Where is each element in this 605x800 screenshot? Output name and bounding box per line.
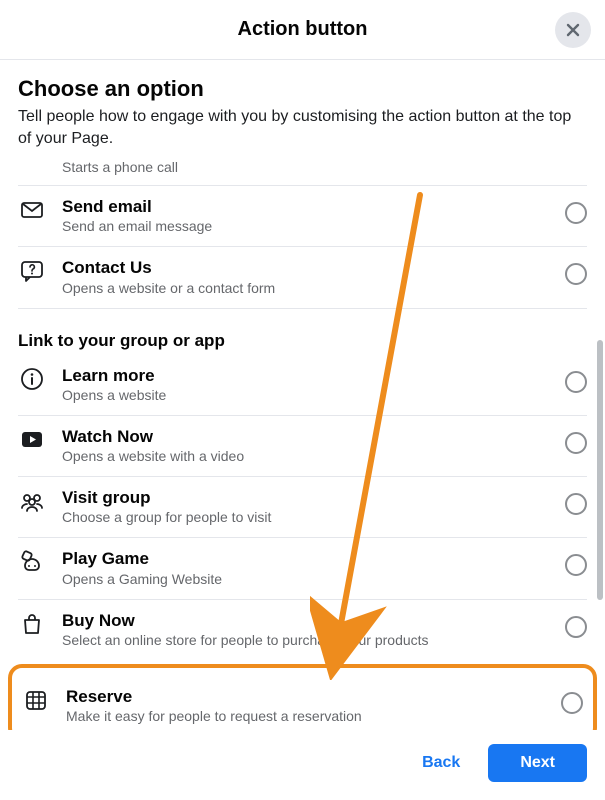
option-play-game[interactable]: Play Game Opens a Gaming Website: [18, 538, 587, 599]
dialog-title: Action button: [238, 18, 368, 41]
radio-unchecked[interactable]: [561, 692, 583, 714]
play-icon: [18, 428, 46, 452]
dialog-content: Choose an option Tell people how to enga…: [0, 60, 605, 742]
option-subtitle-partial: Starts a phone call: [18, 153, 587, 186]
question-icon: [18, 259, 46, 283]
close-button[interactable]: [555, 12, 591, 48]
option-title: Reserve: [66, 686, 549, 707]
bag-icon: [18, 612, 46, 636]
option-subtitle: Opens a website with a video: [62, 448, 553, 464]
radio-unchecked[interactable]: [565, 202, 587, 224]
option-title: Buy Now: [62, 610, 553, 631]
mail-icon: [18, 198, 46, 222]
option-learn-more[interactable]: Learn more Opens a website: [18, 355, 587, 416]
next-button[interactable]: Next: [488, 744, 587, 782]
calendar-icon: [22, 688, 50, 712]
option-subtitle: Send an email message: [62, 218, 553, 234]
option-title: Contact Us: [62, 257, 553, 278]
option-subtitle: Choose a group for people to visit: [62, 509, 553, 525]
radio-unchecked[interactable]: [565, 263, 587, 285]
scrollbar-thumb[interactable]: [597, 340, 603, 600]
close-icon: [564, 21, 582, 39]
option-title: Send email: [62, 196, 553, 217]
option-visit-group[interactable]: Visit group Choose a group for people to…: [18, 477, 587, 538]
option-title: Play Game: [62, 548, 553, 569]
section-heading-link: Link to your group or app: [18, 331, 587, 351]
back-button[interactable]: Back: [404, 744, 478, 782]
option-title: Watch Now: [62, 426, 553, 447]
option-subtitle: Select an online store for people to pur…: [62, 632, 553, 648]
option-send-email[interactable]: Send email Send an email message: [18, 186, 587, 247]
radio-unchecked[interactable]: [565, 554, 587, 576]
option-subtitle: Opens a website: [62, 387, 553, 403]
section-heading: Choose an option: [18, 76, 587, 102]
section-subtitle: Tell people how to engage with you by cu…: [18, 106, 587, 149]
dialog-footer: Back Next: [0, 730, 605, 800]
game-icon: [18, 550, 46, 574]
dialog-header: Action button: [0, 0, 605, 60]
radio-unchecked[interactable]: [565, 432, 587, 454]
option-subtitle: Make it easy for people to request a res…: [66, 708, 549, 724]
info-icon: [18, 367, 46, 391]
radio-unchecked[interactable]: [565, 371, 587, 393]
option-contact-us[interactable]: Contact Us Opens a website or a contact …: [18, 247, 587, 308]
group-icon: [18, 489, 46, 513]
option-title: Learn more: [62, 365, 553, 386]
option-title: Visit group: [62, 487, 553, 508]
radio-unchecked[interactable]: [565, 616, 587, 638]
option-subtitle: Opens a Gaming Website: [62, 571, 553, 587]
option-watch-now[interactable]: Watch Now Opens a website with a video: [18, 416, 587, 477]
option-reserve[interactable]: Reserve Make it easy for people to reque…: [22, 676, 583, 728]
option-subtitle: Opens a website or a contact form: [62, 280, 553, 296]
radio-unchecked[interactable]: [565, 493, 587, 515]
option-buy-now[interactable]: Buy Now Select an online store for peopl…: [18, 600, 587, 660]
